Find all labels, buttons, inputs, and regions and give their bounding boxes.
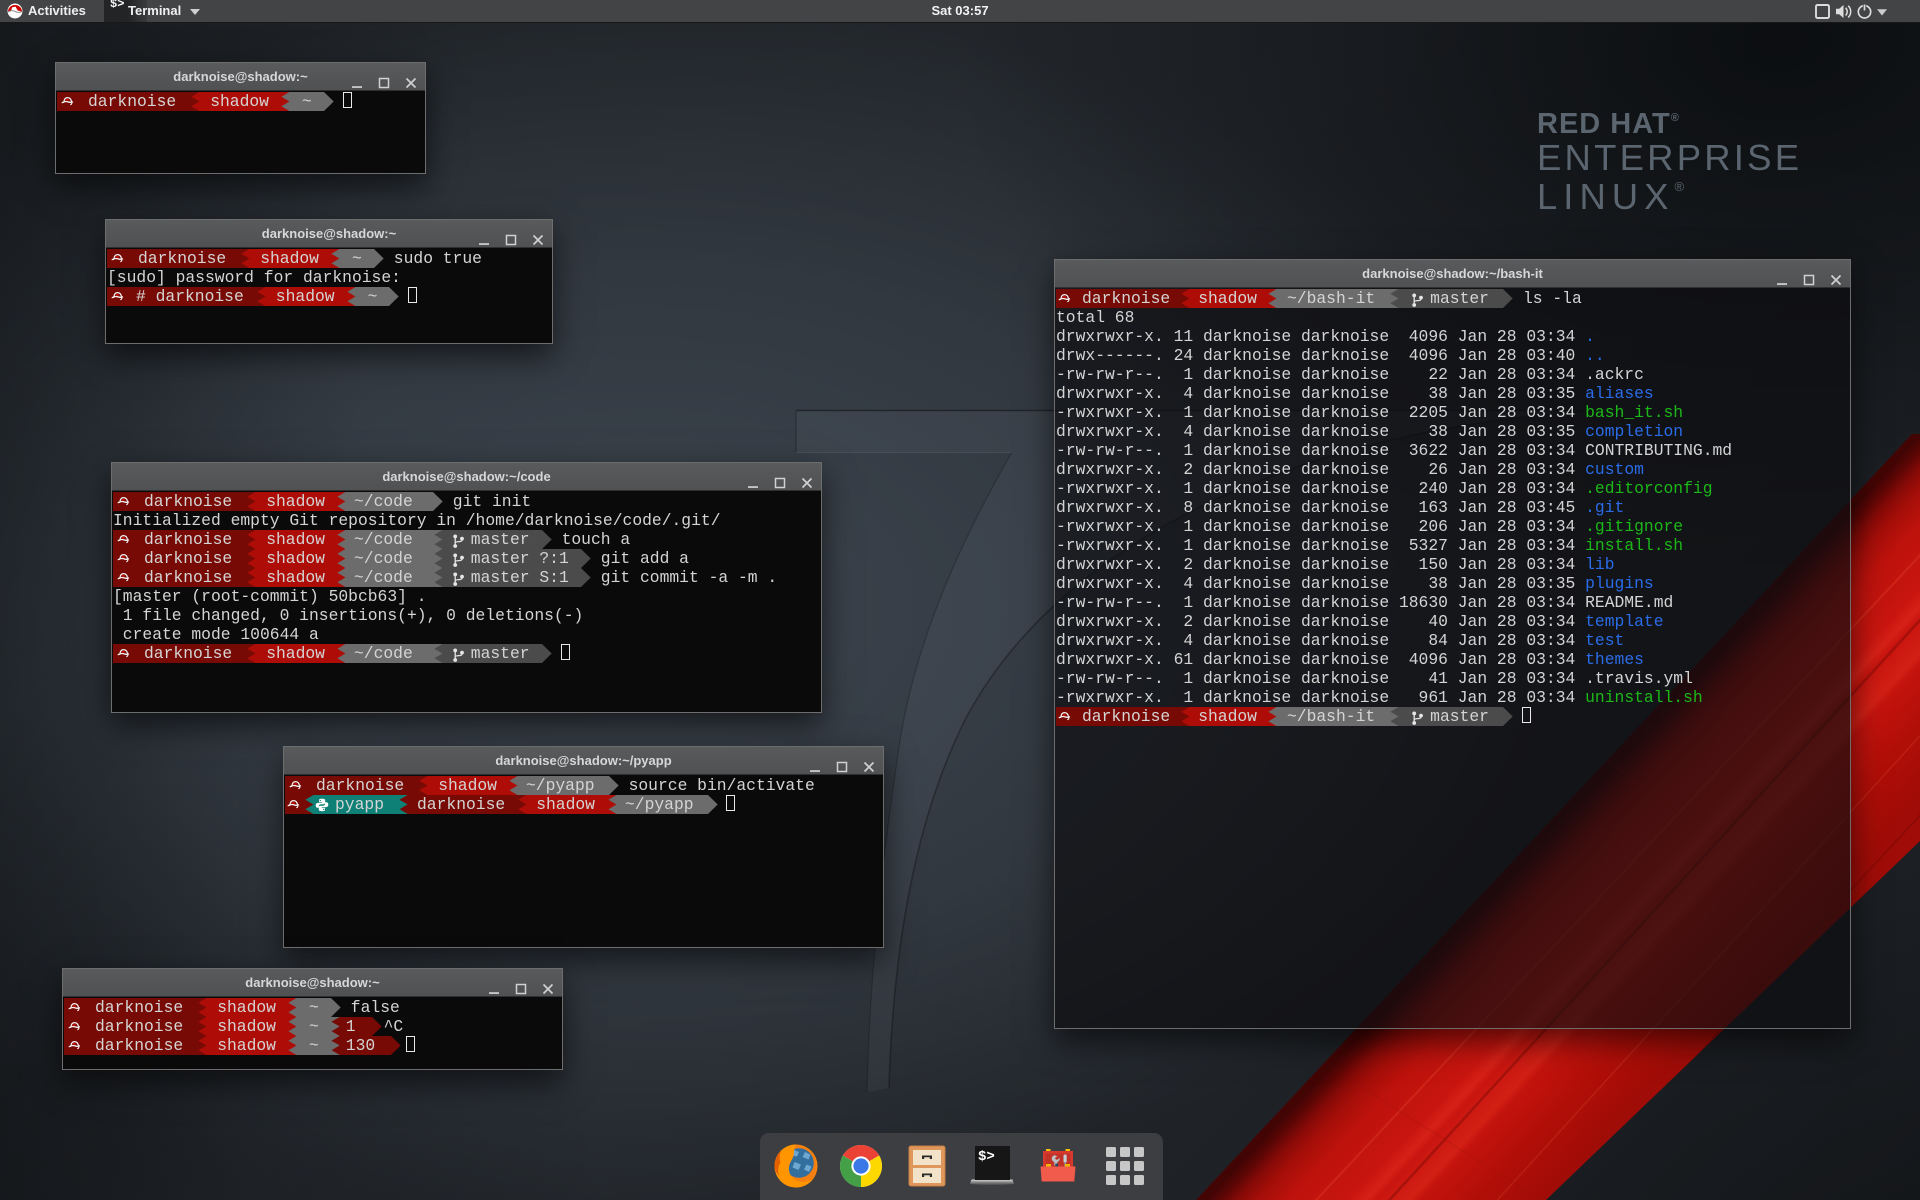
svg-text:$>: $> [978,1149,995,1165]
